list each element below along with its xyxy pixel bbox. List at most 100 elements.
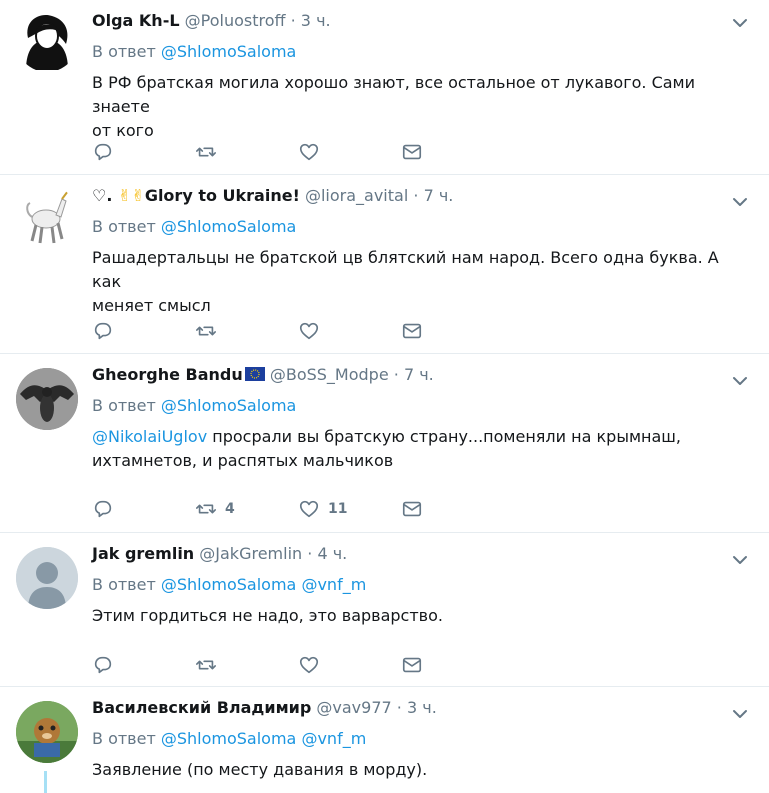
reply-mention-link[interactable]: @ShlomoSaloma: [161, 217, 297, 236]
user-handle[interactable]: @vav977: [316, 698, 391, 717]
tweet-text: Заявление (по месту давания в морду).: [92, 758, 752, 782]
reply-button[interactable]: [92, 320, 195, 342]
reply-mention-link[interactable]: @ShlomoSaloma: [161, 396, 297, 415]
avatar[interactable]: [16, 547, 78, 609]
tweet-text: Рашадертальцы не братской цв блятский на…: [92, 246, 752, 318]
retweet-icon: [196, 326, 216, 336]
timestamp[interactable]: 7 ч.: [404, 365, 434, 384]
reply-prefix: В ответ: [92, 396, 156, 415]
retweet-icon: [196, 504, 216, 514]
thread-line: [44, 771, 47, 793]
tweet[interactable]: Василевский Владимир @vav977 · 3 ч. В от…: [0, 687, 769, 793]
chevron-down-icon[interactable]: [731, 193, 749, 211]
avatar[interactable]: [16, 10, 78, 72]
eu-flag-icon: [244, 367, 265, 381]
like-count: 11: [328, 501, 348, 517]
chevron-down-icon[interactable]: [731, 372, 749, 390]
tweet[interactable]: Olga Kh-L @Poluostroff · 3 ч. В ответ @S…: [0, 0, 769, 175]
retweet-icon: [196, 147, 216, 157]
tweet[interactable]: ♡. ✌✌Glory to Ukraine! @liora_avital · 7…: [0, 175, 769, 354]
user-handle[interactable]: @JakGremlin: [199, 544, 302, 563]
avatar[interactable]: [16, 185, 78, 247]
timestamp[interactable]: 4 ч.: [317, 544, 347, 563]
like-button[interactable]: 11: [298, 498, 401, 520]
chevron-down-icon[interactable]: [731, 14, 749, 32]
timestamp[interactable]: 3 ч.: [301, 11, 331, 30]
tweet-header: Gheorghe Bandu @BoSS_Modpe · 7 ч.: [92, 364, 753, 386]
retweet-count: 4: [225, 501, 235, 517]
avatar[interactable]: [16, 368, 78, 430]
reply-context: В ответ @ShlomoSaloma: [92, 395, 753, 417]
dm-button[interactable]: [401, 320, 504, 342]
reply-icon: [94, 143, 112, 161]
reply-button[interactable]: [92, 654, 195, 676]
like-button[interactable]: [298, 320, 401, 342]
tweet-text-line: от кого: [92, 121, 154, 140]
tweet-text: @NikolaiUglov просрали вы братскую стран…: [92, 425, 752, 473]
reply-prefix: В ответ: [92, 217, 156, 236]
retweet-button[interactable]: [195, 654, 298, 676]
tweet-text-line: Рашадертальцы не братской цв блятский на…: [92, 248, 719, 291]
timestamp[interactable]: 7 ч.: [424, 186, 454, 205]
envelope-icon: [402, 323, 422, 339]
separator: ·: [396, 698, 402, 717]
dm-button[interactable]: [401, 498, 504, 520]
tweet-text: В РФ братская могила хорошо знают, все о…: [92, 71, 752, 143]
retweet-button[interactable]: 4: [195, 498, 298, 520]
reply-mention-link[interactable]: @vnf_m: [301, 575, 366, 594]
tweet-text-line: В РФ братская могила хорошо знают, все о…: [92, 73, 696, 116]
chevron-down-icon[interactable]: [731, 551, 749, 569]
timestamp[interactable]: 3 ч.: [407, 698, 437, 717]
tweet-content: Василевский Владимир @vav977 · 3 ч. В от…: [92, 697, 753, 782]
dm-button[interactable]: [401, 141, 504, 163]
reply-prefix: В ответ: [92, 729, 156, 748]
user-handle[interactable]: @BoSS_Modpe: [270, 365, 389, 384]
reply-mention-link[interactable]: @ShlomoSaloma: [161, 729, 297, 748]
display-name[interactable]: Василевский Владимир: [92, 698, 311, 717]
reply-mention-link[interactable]: @ShlomoSaloma: [161, 575, 297, 594]
chevron-down-icon[interactable]: [731, 705, 749, 723]
victory-hand-icon: ✌✌: [118, 186, 145, 205]
tweet-header: ♡. ✌✌Glory to Ukraine! @liora_avital · 7…: [92, 185, 753, 207]
heart-icon: [299, 143, 319, 161]
display-name[interactable]: Olga Kh-L: [92, 11, 180, 30]
user-handle[interactable]: @liora_avital: [305, 186, 408, 205]
user-handle[interactable]: @Poluostroff: [185, 11, 286, 30]
dm-button[interactable]: [401, 654, 504, 676]
reply-icon: [94, 656, 112, 674]
display-name[interactable]: ♡. ✌✌Glory to Ukraine!: [92, 186, 300, 205]
reply-button[interactable]: [92, 141, 195, 163]
heart-icon: [299, 656, 319, 674]
tweet-content: Olga Kh-L @Poluostroff · 3 ч. В ответ @S…: [92, 10, 753, 143]
separator: ·: [290, 11, 296, 30]
separator: ·: [307, 544, 313, 563]
envelope-icon: [402, 501, 422, 517]
tweet[interactable]: Gheorghe Bandu @BoSS_Modpe · 7 ч. В отве…: [0, 354, 769, 533]
retweet-button[interactable]: [195, 320, 298, 342]
tweet-text-line: меняет смысл: [92, 296, 211, 315]
avatar[interactable]: [16, 701, 78, 763]
reply-context: В ответ @ShlomoSaloma @vnf_m: [92, 574, 753, 596]
separator: ·: [413, 186, 419, 205]
reply-icon: [94, 322, 112, 340]
display-name[interactable]: Gheorghe Bandu: [92, 365, 243, 384]
reply-mention-link[interactable]: @ShlomoSaloma: [161, 42, 297, 61]
like-button[interactable]: [298, 141, 401, 163]
tweet-content: Jak gremlin @JakGremlin · 4 ч. В ответ @…: [92, 543, 753, 628]
heart-icon: [299, 500, 319, 518]
envelope-icon: [402, 657, 422, 673]
like-button[interactable]: [298, 654, 401, 676]
mention-link[interactable]: @NikolaiUglov: [92, 427, 207, 446]
tweet[interactable]: Jak gremlin @JakGremlin · 4 ч. В ответ @…: [0, 533, 769, 687]
tweet-text: Этим гордиться не надо, это варварство.: [92, 604, 752, 628]
retweet-button[interactable]: [195, 141, 298, 163]
tweet-text-line: Заявление (по месту давания в морду).: [92, 760, 428, 779]
tweet-text-line: просрали вы братскую страну...поменяли н…: [207, 427, 682, 446]
reply-icon: [94, 500, 112, 518]
name-prefix: ♡.: [92, 186, 113, 205]
reply-button[interactable]: [92, 498, 195, 520]
retweet-icon: [196, 660, 216, 670]
reply-mention-link[interactable]: @vnf_m: [301, 729, 366, 748]
tweet-text-line: ихтамнетов, и распятых мальчиков: [92, 451, 394, 470]
display-name[interactable]: Jak gremlin: [92, 544, 194, 563]
